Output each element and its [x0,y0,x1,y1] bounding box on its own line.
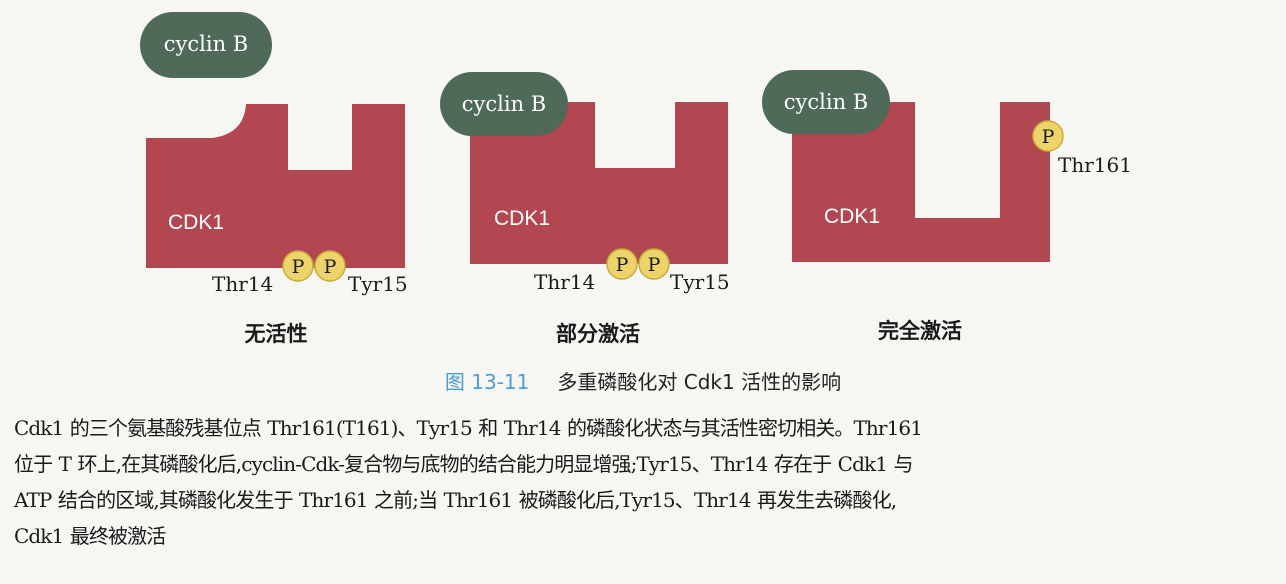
site-label-thr14: Thr14 [212,272,273,296]
site-label-thr14: Thr14 [534,270,595,294]
site-label-thr161: Thr161 [1058,153,1132,177]
panel-inactive: cyclin B CDK1 P P Thr14 Tyr15 无活性 [140,12,408,346]
cdk1-label: CDK1 [494,207,550,230]
phosphate-label: P [616,254,629,276]
cdk1-label: CDK1 [824,205,880,228]
paragraph-line: 位于 T 环上,在其磷酸化后,cyclin-Cdk-复合物与底物的结合能力明显增… [14,452,913,476]
site-label-tyr15: Tyr15 [670,270,730,294]
phosphate-label: P [1042,126,1055,148]
phosphate-label: P [648,254,661,276]
phosphate-label: P [292,256,305,278]
figure-caption: 图 13-11 多重磷酸化对 Cdk1 活性的影响 [0,366,1286,395]
panel-full: cyclin B CDK1 P Thr161 完全激活 [762,70,1132,343]
panel-partial: cyclin B CDK1 P P Thr14 Tyr15 部分激活 [440,72,730,346]
cyclin-b-label: cyclin B [784,90,868,114]
cdk1-shape [146,104,405,268]
figure-number: 图 13-11 [444,370,530,394]
cdk1-label: CDK1 [168,211,224,234]
figure-title: 多重磷酸化对 Cdk1 活性的影响 [557,370,842,394]
site-label-tyr15: Tyr15 [348,272,408,296]
cyclin-b-label: cyclin B [164,32,248,56]
paragraph-line: Cdk1 最终被激活 [14,524,166,548]
phosphate-group: P [1032,120,1064,152]
state-label: 无活性 [245,321,308,346]
state-label: 部分激活 [556,321,640,346]
body-paragraph: Cdk1 的三个氨基酸残基位点 Thr161(T161)、Tyr15 和 Thr… [14,410,1276,554]
state-label: 完全激活 [878,318,962,343]
cdk1-activation-figure: cyclin B CDK1 P P Thr14 Tyr15 无活性 cyclin… [140,12,1132,346]
paragraph-line: ATP 结合的区域,其磷酸化发生于 Thr161 之前;当 Thr161 被磷酸… [14,488,897,512]
phosphate-label: P [324,256,337,278]
paragraph-line: Cdk1 的三个氨基酸残基位点 Thr161(T161)、Tyr15 和 Thr… [14,416,923,440]
cyclin-b-label: cyclin B [462,92,546,116]
